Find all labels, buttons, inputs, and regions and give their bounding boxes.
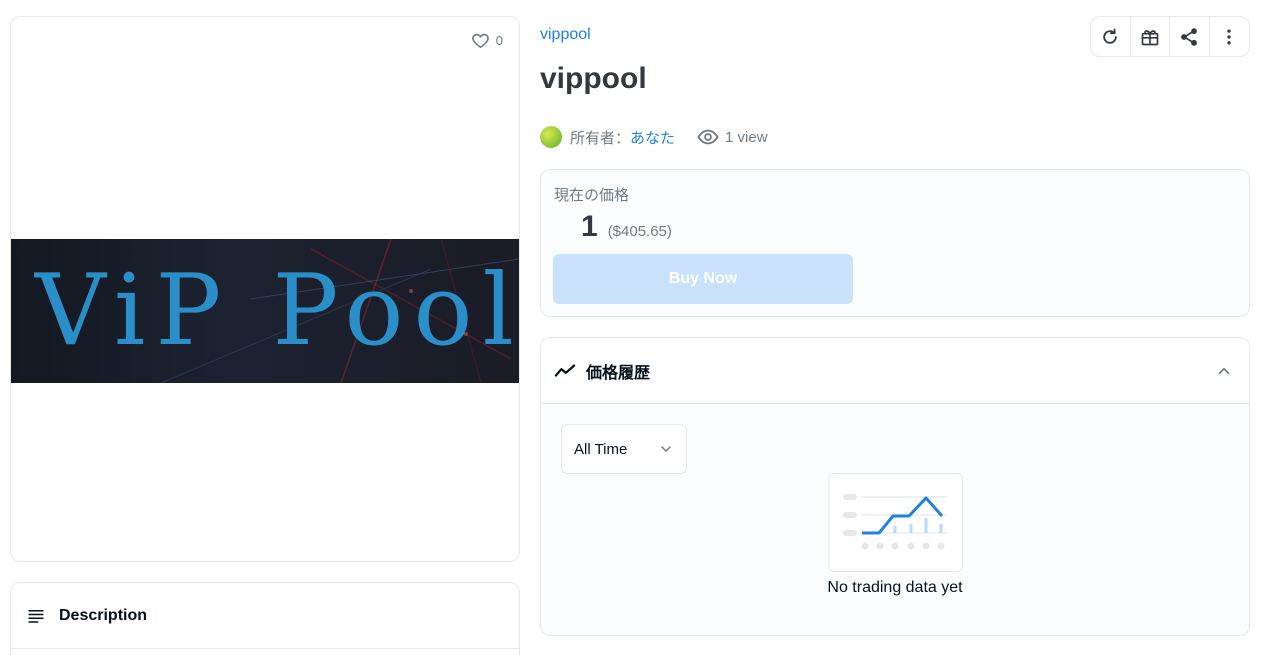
collection-link[interactable]: vippool — [540, 26, 591, 44]
owner-avatar[interactable] — [540, 126, 562, 148]
view-count-text: 1 view — [725, 128, 768, 146]
description-title: Description — [59, 606, 148, 624]
eye-icon — [697, 129, 719, 145]
text-lines-icon — [28, 609, 44, 623]
price-history-card: 価格履歴 All Time No trading data yet — [540, 337, 1250, 636]
transfer-button[interactable] — [1131, 17, 1170, 56]
item-toolbar — [1090, 16, 1250, 57]
owner-prefix: 所有者： — [570, 129, 631, 147]
media-card: 0 ViP Pool — [10, 16, 520, 562]
trend-line-icon — [554, 363, 576, 377]
period-select-value: All Time — [574, 440, 628, 458]
refresh-icon — [1103, 28, 1117, 44]
price-card: 現在の価格 1 ($405.65) Buy Now — [540, 169, 1250, 317]
price-history-title: 価格履歴 — [586, 364, 651, 382]
gift-icon — [1141, 29, 1159, 45]
view-count: 1 view — [697, 126, 768, 148]
period-select[interactable]: All Time — [561, 424, 687, 474]
favorite-button[interactable]: 0 — [471, 31, 503, 50]
item-image: ViP Pool — [11, 239, 519, 383]
current-price-label: 現在の価格 — [554, 187, 630, 204]
item-title: vippool — [540, 62, 647, 95]
owner-row: 所有者： あなた 1 view — [540, 126, 768, 148]
buy-now-button[interactable]: Buy Now — [553, 254, 853, 304]
description-card: Description — [10, 582, 520, 655]
price-row: 1 ($405.65) — [581, 210, 672, 244]
more-options-button[interactable] — [1210, 17, 1249, 56]
price-value: 1 — [581, 210, 598, 243]
favorite-count: 0 — [495, 33, 503, 48]
chevron-up-icon[interactable] — [1215, 362, 1233, 380]
share-button[interactable] — [1170, 17, 1210, 56]
more-vertical-icon — [1227, 29, 1231, 44]
chevron-down-icon — [661, 446, 671, 453]
empty-chart-illustration — [828, 473, 963, 572]
heart-icon — [471, 33, 489, 49]
price-history-body: All Time No trading data yet — [541, 404, 1249, 635]
refresh-button[interactable] — [1091, 17, 1131, 56]
description-header[interactable]: Description — [11, 583, 519, 649]
placeholder-chart-icon — [843, 494, 947, 550]
no-trading-data-text: No trading data yet — [827, 579, 963, 596]
share-icon — [1181, 27, 1198, 46]
price-history-header[interactable]: 価格履歴 — [541, 338, 1249, 404]
price-usd: ($405.65) — [607, 223, 672, 240]
owner-link[interactable]: あなた — [630, 127, 675, 148]
banner-text: ViP Pool — [35, 254, 519, 368]
